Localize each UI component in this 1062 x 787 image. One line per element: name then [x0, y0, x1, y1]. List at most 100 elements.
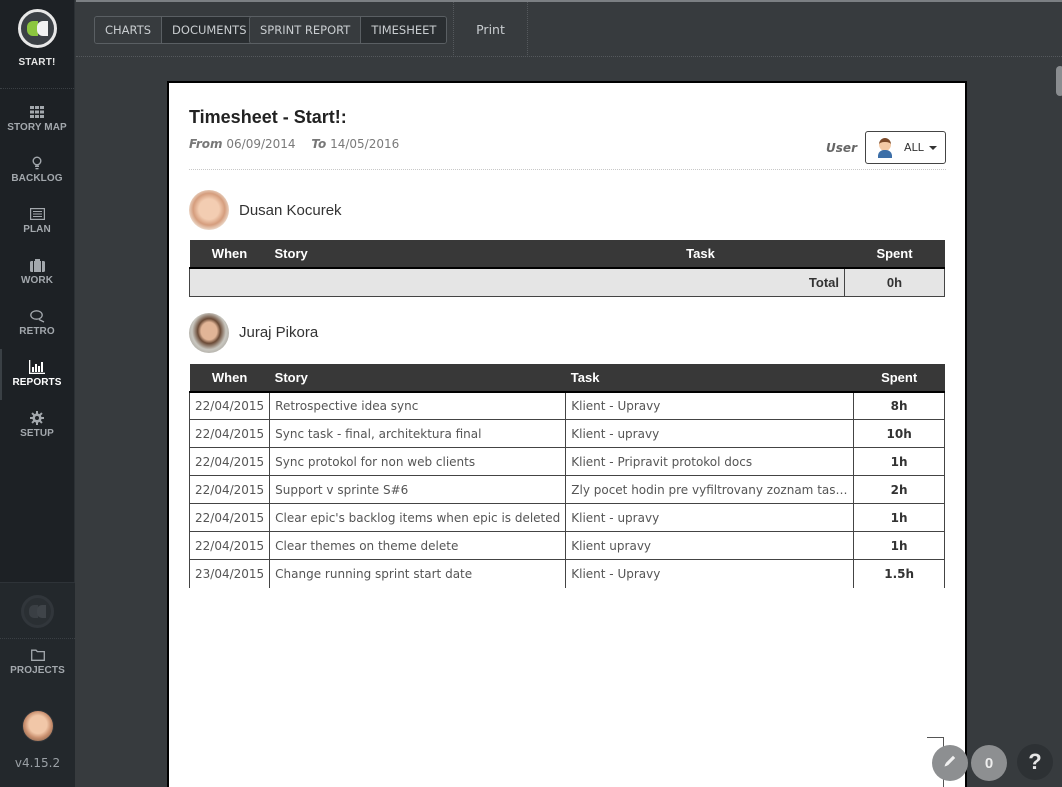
- column-header-task: Task: [556, 240, 845, 269]
- project-logo-icon[interactable]: [21, 595, 54, 628]
- cell-task: Klient - Pripravit protokol docs: [565, 447, 855, 476]
- sidebar-item-work[interactable]: WORK: [0, 247, 74, 298]
- lightbulb-icon: [32, 155, 42, 171]
- from-label: From: [189, 137, 223, 151]
- person-header: Juraj Pikora: [189, 312, 946, 353]
- cell-spent: 10h: [853, 419, 945, 448]
- sidebar-item-label: SETUP: [20, 428, 54, 439]
- cell-task: Klient - Upravy: [565, 559, 855, 588]
- gear-icon: [30, 410, 44, 426]
- timesheet-table: When Story Task Spent 22/04/2015 Retrosp…: [188, 363, 945, 588]
- cell-when: 22/04/2015: [188, 391, 271, 420]
- list-icon: [29, 206, 45, 222]
- cell-when: 22/04/2015: [188, 447, 271, 476]
- app-version: v4.15.2: [14, 756, 61, 770]
- scrollbar-thumb[interactable]: [1056, 66, 1062, 96]
- cell-spent: 8h: [853, 391, 945, 420]
- sidebar-item-backlog[interactable]: BACKLOG: [0, 145, 74, 196]
- sidebar: START! STORY MAP BACKLOG PLAN WORK RETRO…: [0, 0, 75, 787]
- help-button[interactable]: ?: [1017, 744, 1053, 780]
- cell-story: Clear epic's backlog items when epic is …: [269, 503, 567, 532]
- person-header: Dusan Kocurek: [189, 190, 946, 230]
- cell-story: Retrospective idea sync: [269, 391, 567, 420]
- sidebar-item-label: STORY MAP: [7, 122, 67, 133]
- total-value: 0h: [844, 267, 945, 297]
- table-row: 23/04/2015 Change running sprint start d…: [188, 559, 945, 588]
- column-header-spent: Spent: [853, 363, 945, 393]
- bar-chart-icon: [29, 359, 45, 375]
- cell-spent: 1.5h: [853, 559, 945, 588]
- cell-story: Change running sprint start date: [269, 559, 567, 588]
- sidebar-item-label: PLAN: [23, 224, 51, 235]
- page-title: Timesheet - Start!:: [189, 107, 347, 127]
- sidebar-item-plan[interactable]: PLAN: [0, 196, 74, 247]
- tab-sprint-report[interactable]: SPRINT REPORT: [250, 17, 361, 43]
- user-filter: User ALL: [826, 131, 946, 164]
- user-avatar-icon: [876, 137, 894, 159]
- report-category-switch: CHARTS DOCUMENTS: [94, 16, 258, 44]
- brand-label: START!: [18, 57, 56, 68]
- divider: [189, 169, 946, 170]
- cell-task: Klient upravy: [565, 531, 855, 560]
- sidebar-item-story-map[interactable]: STORY MAP: [0, 94, 74, 145]
- sidebar-item-label: REPORTS: [12, 377, 62, 388]
- cell-when: 23/04/2015: [188, 559, 271, 588]
- sidebar-item-retro[interactable]: RETRO: [0, 298, 74, 349]
- sidebar-item-label: RETRO: [19, 326, 55, 337]
- sidebar-item-setup[interactable]: SETUP: [0, 400, 74, 451]
- person-name: Juraj Pikora: [239, 324, 319, 341]
- column-header-spent: Spent: [844, 240, 945, 269]
- comments-count-button[interactable]: 0: [971, 745, 1007, 781]
- cell-spent: 1h: [853, 503, 945, 532]
- cell-task: Klient - Upravy: [565, 391, 855, 420]
- cell-spent: 1h: [853, 531, 945, 560]
- tab-charts[interactable]: CHARTS: [95, 17, 162, 43]
- chevron-down-icon: [928, 145, 937, 150]
- cell-story: Sync protokol for non web clients: [269, 447, 567, 476]
- cell-story: Sync task - final, architektura final: [269, 419, 567, 448]
- tab-documents[interactable]: DOCUMENTS: [161, 17, 257, 43]
- cell-when: 22/04/2015: [188, 419, 271, 448]
- timesheet-document: Timesheet - Start!: From 06/09/2014 To 1…: [167, 81, 967, 787]
- sidebar-item-label: PROJECTS: [10, 665, 65, 676]
- avatar: [189, 312, 229, 353]
- cell-task: Zly pocet hodin pre vyfiltrovany zoznam …: [565, 475, 855, 504]
- brand-block[interactable]: START!: [0, 0, 74, 89]
- table-row: 22/04/2015 Sync protokol for non web cli…: [188, 447, 945, 476]
- sidebar-item-reports[interactable]: REPORTS: [0, 349, 74, 400]
- cell-when: 22/04/2015: [188, 531, 271, 560]
- chat-icon: [29, 308, 45, 324]
- tab-timesheet[interactable]: TIMESHEET: [360, 17, 447, 43]
- current-user-avatar[interactable]: [21, 710, 54, 742]
- pencil-icon: [942, 753, 958, 773]
- table-row: 22/04/2015 Clear themes on theme delete …: [188, 531, 945, 560]
- print-button[interactable]: Print: [476, 22, 505, 37]
- app-logo-icon[interactable]: [17, 9, 57, 48]
- column-header-story: Story: [269, 363, 566, 393]
- column-header-task: Task: [565, 363, 854, 393]
- to-label: To: [311, 137, 327, 151]
- to-date: 14/05/2016: [330, 137, 400, 151]
- edit-button[interactable]: [932, 745, 968, 781]
- folder-icon: [30, 647, 45, 663]
- cell-spent: 1h: [853, 447, 945, 476]
- toolbar: CHARTS DOCUMENTS SPRINT REPORT TIMESHEET…: [76, 0, 1062, 57]
- cell-spent: 2h: [853, 475, 945, 504]
- cell-when: 22/04/2015: [188, 503, 271, 532]
- document-type-switch: SPRINT REPORT TIMESHEET: [249, 16, 448, 44]
- sidebar-item-projects[interactable]: PROJECTS: [0, 639, 75, 690]
- table-row: 22/04/2015 Support v sprinte S#6 Zly poc…: [188, 475, 945, 504]
- cell-when: 22/04/2015: [188, 475, 271, 504]
- sidebar-item-label: BACKLOG: [11, 173, 63, 184]
- grid-icon: [30, 104, 44, 120]
- table-row: 22/04/2015 Clear epic's backlog items wh…: [188, 503, 945, 532]
- sidebar-footer: PROJECTS v4.15.2: [0, 582, 75, 787]
- user-select-dropdown[interactable]: ALL: [865, 131, 946, 164]
- from-date: 06/09/2014: [226, 137, 296, 151]
- table-row: 22/04/2015 Retrospective idea sync Klien…: [188, 391, 945, 420]
- total-label: Total: [189, 267, 845, 297]
- sidebar-item-label: WORK: [20, 275, 54, 286]
- column-header-story: Story: [269, 240, 557, 269]
- person-name: Dusan Kocurek: [239, 201, 342, 219]
- total-row: Total 0h: [189, 267, 945, 297]
